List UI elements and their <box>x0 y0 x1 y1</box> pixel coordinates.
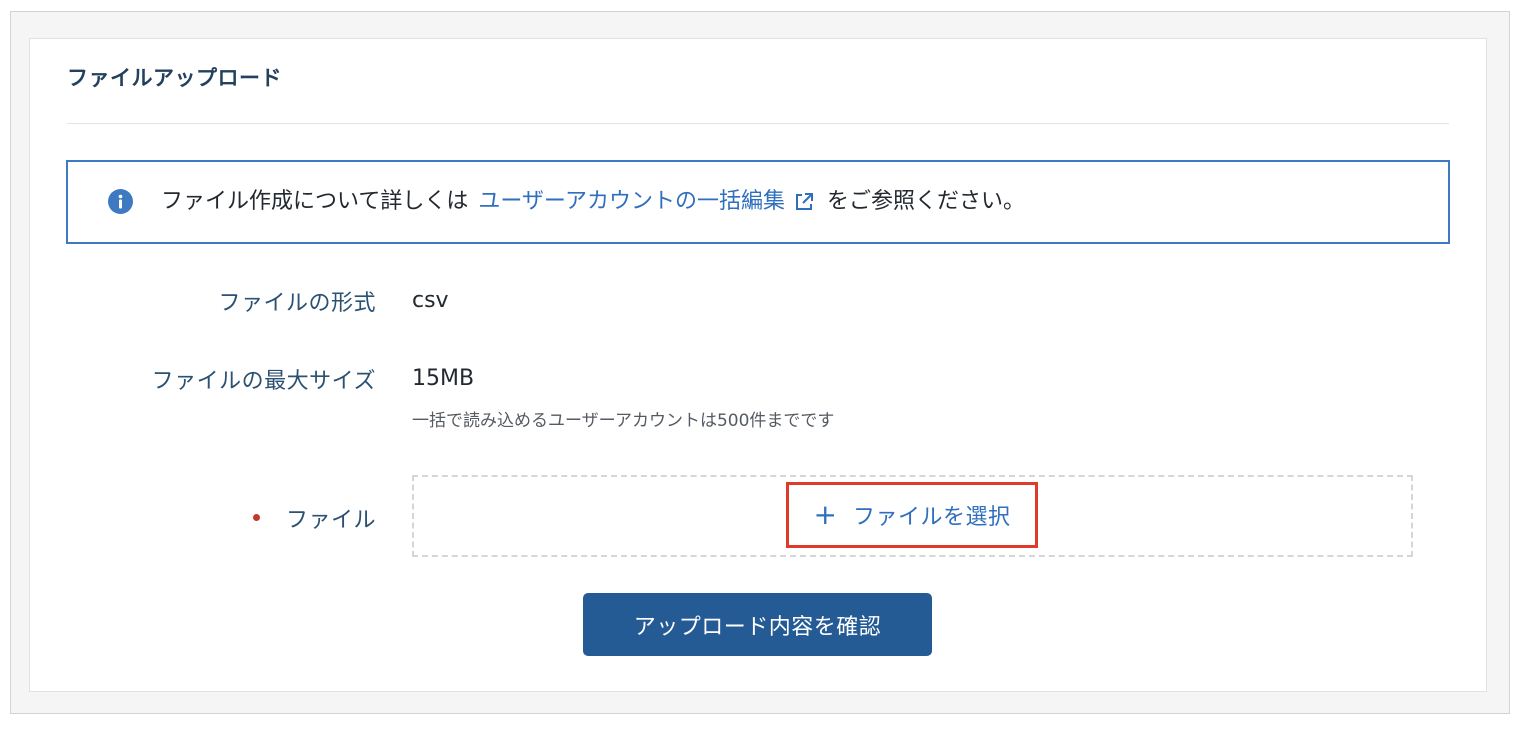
select-file-button[interactable]: + ファイルを選択 <box>786 482 1038 548</box>
bulk-edit-link[interactable]: ユーザーアカウントの一括編集 <box>478 186 785 218</box>
max-size-hint: 一括で読み込めるユーザーアカウントは500件までです <box>412 411 835 431</box>
max-size-value: 15MB <box>412 366 475 391</box>
required-indicator <box>253 514 260 521</box>
format-value: csv <box>412 288 449 313</box>
info-text-before: ファイル作成について詳しくは <box>161 189 469 214</box>
confirm-upload-button[interactable]: アップロード内容を確認 <box>583 593 932 656</box>
max-size-label: ファイルの最大サイズ <box>151 369 376 394</box>
file-label: ファイル <box>285 508 376 533</box>
page-title: ファイルアップロード <box>67 66 282 90</box>
title-divider <box>67 123 1449 124</box>
plus-icon: + <box>813 498 837 531</box>
format-label: ファイルの形式 <box>218 291 376 316</box>
select-file-label: ファイルを選択 <box>852 505 1011 530</box>
info-text-after: をご参照ください。 <box>827 189 1026 214</box>
external-link-icon[interactable] <box>793 191 815 213</box>
info-icon <box>108 189 133 214</box>
info-text: ファイル作成について詳しくは ユーザーアカウントの一括編集 をご参照ください。 <box>161 186 1025 218</box>
